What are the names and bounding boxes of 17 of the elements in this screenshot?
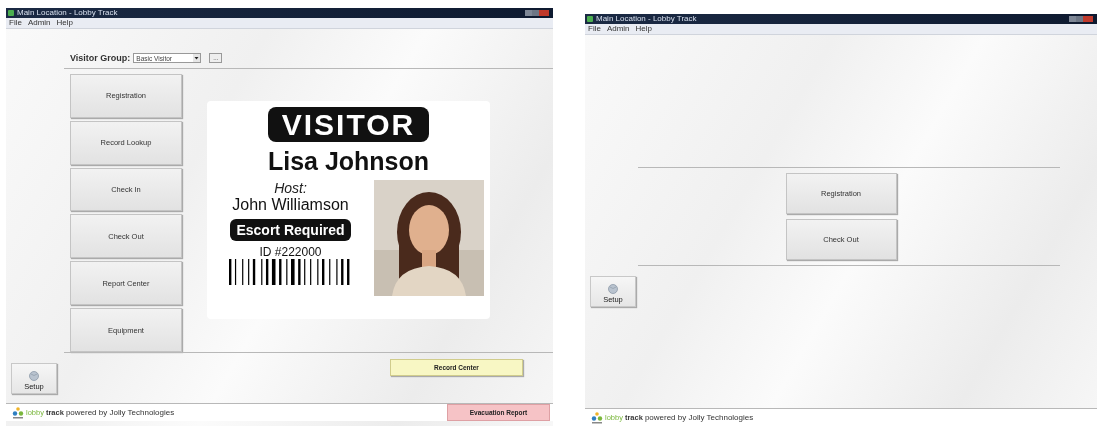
badge-id: ID #222000 bbox=[259, 245, 322, 259]
menu-item[interactable]: Admin bbox=[606, 24, 630, 34]
host-label: Host: bbox=[274, 180, 307, 196]
menu-item[interactable]: Admin bbox=[27, 18, 51, 28]
menu-item[interactable]: File bbox=[588, 24, 601, 34]
field-label: Visitor Group: bbox=[70, 53, 131, 63]
window-title: Main Location - Lobby Track bbox=[17, 8, 118, 18]
tagline: powered by Jolly Technologies bbox=[644, 413, 754, 422]
menu-item[interactable]: File bbox=[9, 18, 22, 28]
menu-item[interactable]: Help bbox=[56, 18, 74, 28]
menu-item[interactable]: Help bbox=[635, 24, 653, 34]
visitor-name: Lisa Johnson bbox=[267, 147, 430, 176]
tagline: powered by Jolly Technologies bbox=[65, 408, 175, 417]
escort-notice: Escort Required bbox=[230, 219, 351, 241]
window-title: Main Location - Lobby Track bbox=[596, 14, 697, 24]
host-name: John Williamson bbox=[232, 196, 349, 214]
badge-heading: VISITOR bbox=[267, 107, 430, 142]
